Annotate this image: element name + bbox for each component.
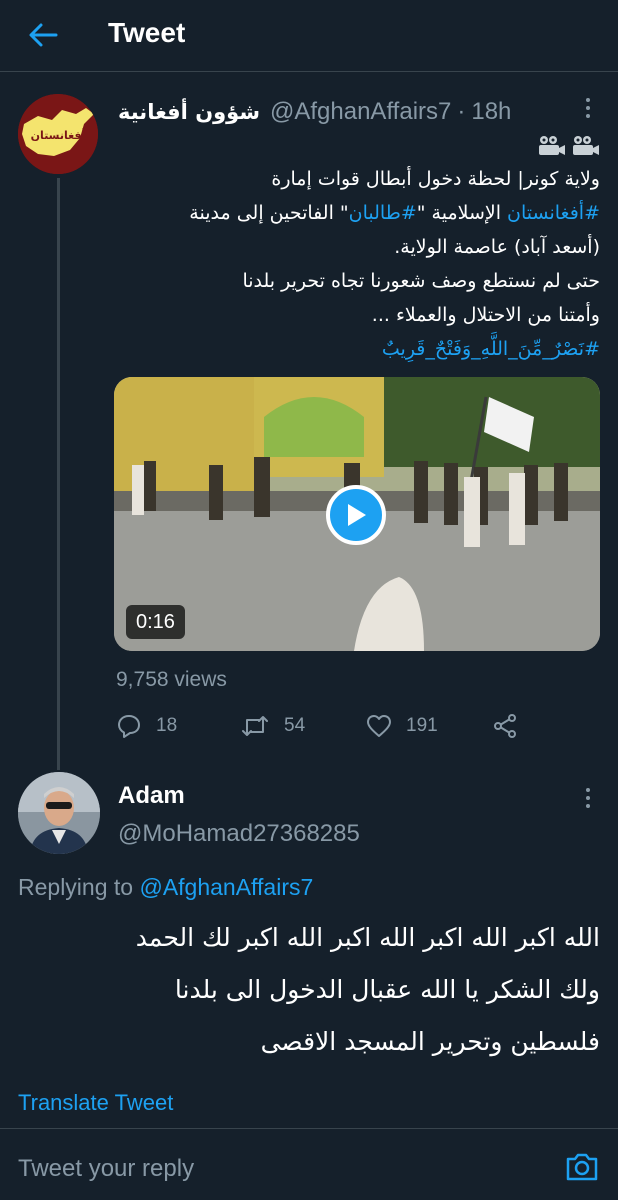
back-button[interactable]	[26, 20, 60, 50]
reply-author-name[interactable]: Adam	[118, 782, 185, 810]
tweet-text-segment: ولاية كونر| لحظة دخول أبطال قوات إمارة	[271, 168, 600, 190]
hashtag-link[interactable]: #نَصْرٌ_مِّنَ_اللَّهِ_وَفَتْحٌ_قَرِيبٌ	[382, 338, 600, 360]
reply-count: 18	[156, 715, 178, 736]
film-camera-emoji-icon	[539, 136, 599, 155]
tweet-more-button[interactable]	[576, 96, 600, 120]
reply-author-handle[interactable]: @MoHamad27368285	[118, 820, 360, 848]
like-action[interactable]: 191	[366, 710, 438, 742]
hashtag-link[interactable]: #طالبان	[349, 202, 417, 224]
afghanistan-map-icon: أفغانستان	[18, 94, 98, 174]
translate-tweet-link[interactable]: Translate Tweet	[18, 1090, 173, 1116]
tweet-line: وأمتنا من الاحتلال والعملاء ...	[110, 298, 600, 332]
reply-composer	[0, 1128, 618, 1200]
reply-text: الله اكبر الله اكبر الله اكبر الله اكبر …	[18, 912, 600, 1068]
separator-dot: ·	[457, 98, 466, 125]
avatar-text: أفغانستان	[31, 128, 86, 142]
tweet-text-segment: " الفاتحين إلى مدينة	[189, 202, 349, 224]
reply-line: ولك الشكر يا الله عقبال الدخول الى بلدنا	[174, 975, 600, 1004]
tweet-line: #نَصْرٌ_مِّنَ_اللَّهِ_وَفَتْحٌ_قَرِيبٌ	[110, 332, 600, 366]
tweet-line: (أسعد آباد) عاصمة الولاية.	[110, 230, 600, 264]
top-bar: Tweet	[0, 0, 618, 72]
arrow-left-icon	[29, 23, 58, 47]
reply-more-button[interactable]	[576, 786, 600, 810]
tweet-header: شؤون أفغانية @AfghanAffairs7 · 18h	[118, 96, 511, 128]
retweet-icon	[242, 716, 268, 736]
hashtag-link[interactable]: #أفغانستان	[507, 202, 600, 224]
comment-icon	[118, 715, 140, 738]
video-duration: 0:16	[126, 605, 185, 639]
share-icon	[494, 714, 516, 738]
play-button[interactable]	[326, 485, 386, 545]
tweet-text: ولاية كونر| لحظة دخول أبطال قوات إمارة #…	[110, 162, 600, 366]
retweet-action[interactable]: 54	[240, 710, 305, 742]
replying-prefix: Replying to	[18, 874, 140, 900]
reply-author-avatar[interactable]	[18, 772, 100, 854]
share-action[interactable]	[492, 710, 518, 742]
tweet-line: حتى لم نستطع وصف شعورنا تجاه تحرير بلدنا	[110, 264, 600, 298]
video-player[interactable]: 0:16	[114, 377, 600, 651]
tweet-line: #أفغانستان الإسلامية "#طالبان" الفاتحين …	[110, 196, 600, 230]
view-count: 9,758 views	[116, 668, 227, 691]
tweet-text-segment: حتى لم نستطع وصف شعورنا تجاه تحرير بلدنا	[242, 270, 600, 292]
reply-action[interactable]: 18	[116, 710, 177, 742]
heart-icon	[367, 715, 391, 737]
author-handle[interactable]: @AfghanAffairs7	[270, 98, 451, 126]
play-icon	[348, 504, 366, 526]
replying-to-handle[interactable]: @AfghanAffairs7	[139, 874, 313, 900]
tweet-time[interactable]: 18h	[471, 98, 511, 126]
author-name[interactable]: شؤون أفغانية	[118, 100, 260, 124]
reply-line: فلسطين وتحرير المسجد الاقصى	[260, 1027, 600, 1056]
replying-to: Replying to @AfghanAffairs7	[18, 874, 313, 901]
more-vertical-icon	[576, 96, 600, 120]
camera-button[interactable]	[564, 1151, 600, 1183]
retweet-count: 54	[284, 715, 306, 736]
like-count: 191	[406, 715, 438, 736]
camera-icon	[566, 1153, 598, 1181]
more-vertical-icon	[576, 786, 600, 810]
reply-input[interactable]	[18, 1151, 538, 1187]
tweet-line: ولاية كونر| لحظة دخول أبطال قوات إمارة	[110, 162, 600, 196]
tweet-text-segment: وأمتنا من الاحتلال والعملاء ...	[371, 304, 600, 326]
reply-line: الله اكبر الله اكبر الله اكبر الله اكبر …	[135, 923, 600, 952]
author-avatar[interactable]: أفغانستان	[18, 94, 98, 174]
page-title: Tweet	[108, 17, 186, 48]
tweet-text-segment: (أسعد آباد) عاصمة الولاية.	[394, 236, 600, 258]
thread-connector	[57, 178, 60, 770]
avatar-photo	[18, 772, 100, 854]
tweet-text-segment: الإسلامية "	[416, 202, 508, 224]
